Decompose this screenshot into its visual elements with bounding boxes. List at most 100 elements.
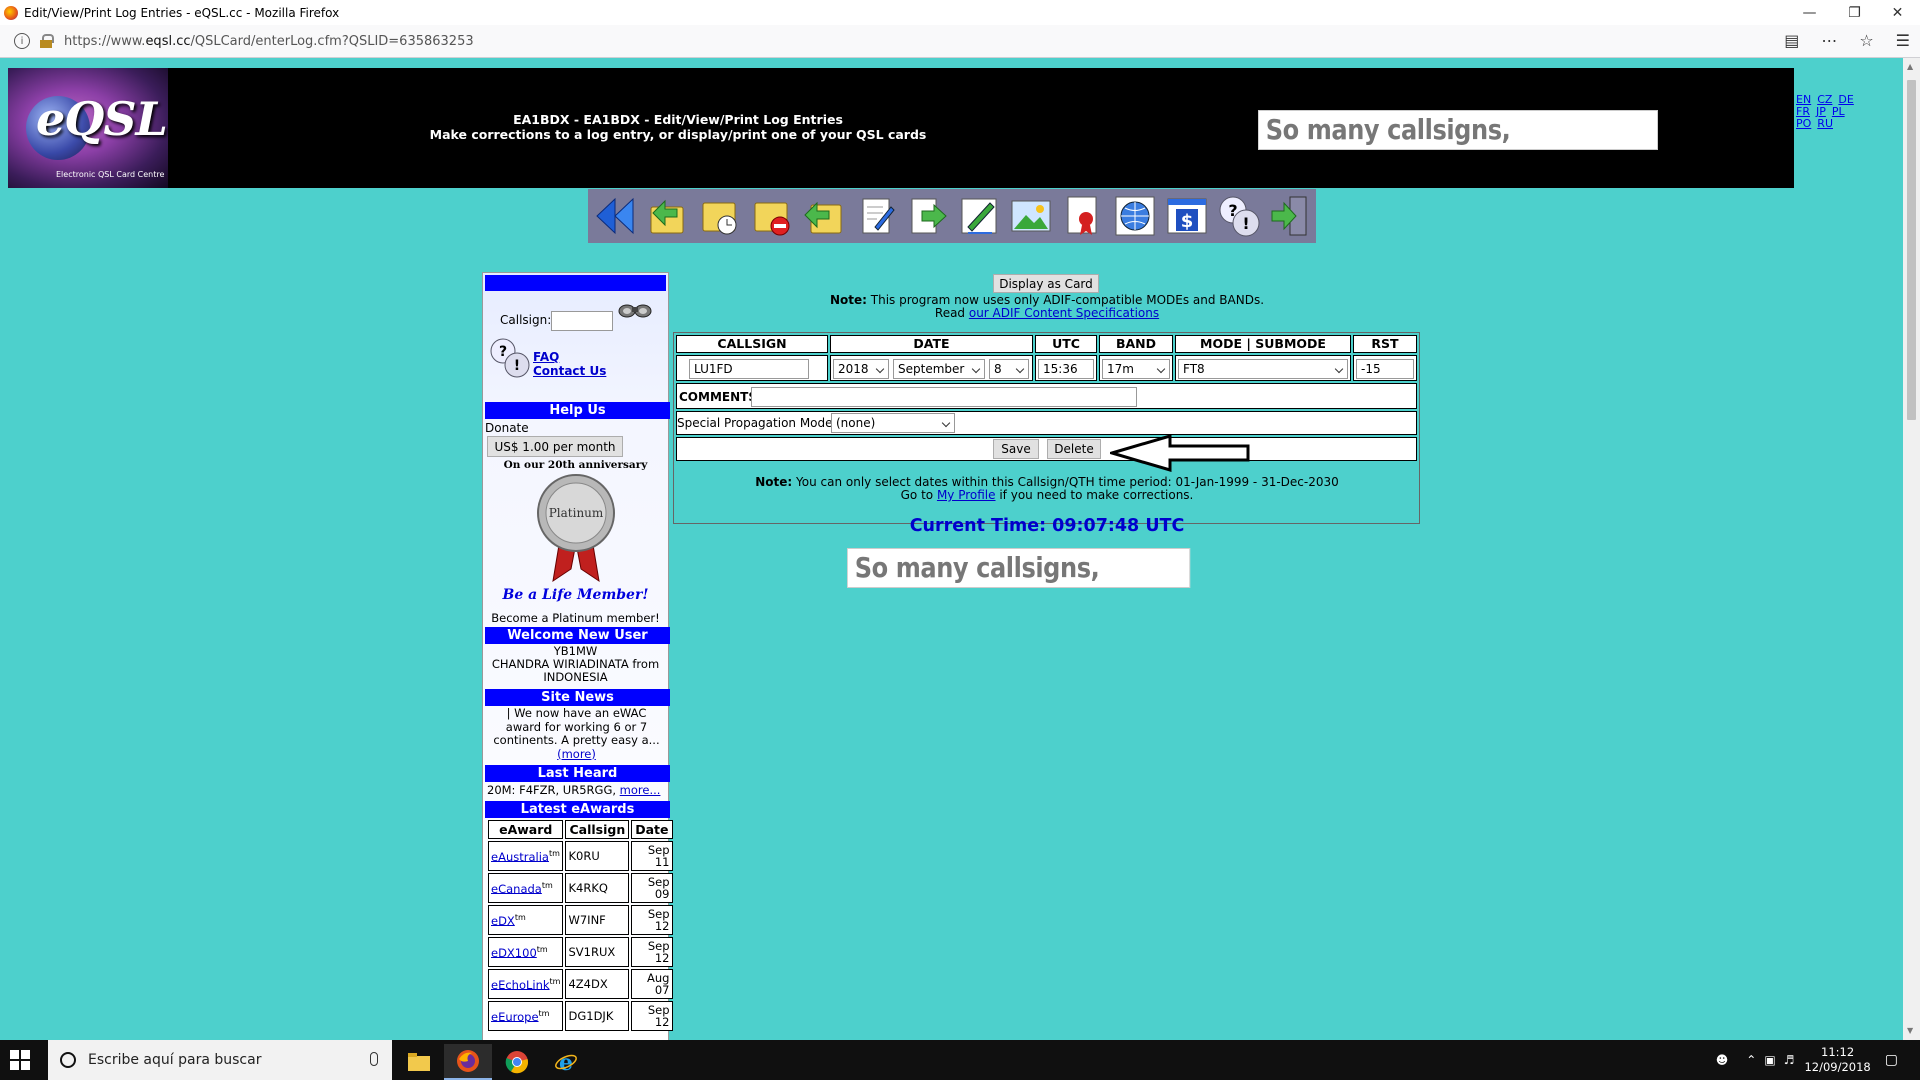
file-explorer-icon[interactable] xyxy=(395,1044,443,1080)
adif-note: Note: This program now uses only ADIF-co… xyxy=(674,294,1420,320)
ad-banner[interactable]: So many callsigns, xyxy=(1258,110,1658,150)
scroll-up-icon[interactable]: ▲ xyxy=(1907,62,1913,71)
lang-pl-link[interactable]: PL xyxy=(1832,105,1845,118)
award-link[interactable]: eEurope xyxy=(491,1009,539,1023)
callsign-search-input[interactable] xyxy=(551,311,613,331)
platinum-medal-icon[interactable]: Platinum xyxy=(531,473,621,585)
mode-select[interactable]: FT8 xyxy=(1178,359,1348,379)
internet-explorer-icon[interactable]: e xyxy=(542,1044,590,1080)
page-actions-icon[interactable]: ⋯ xyxy=(1821,31,1837,50)
comments-input[interactable] xyxy=(751,387,1137,407)
my-profile-link[interactable]: My Profile xyxy=(937,488,996,502)
vertical-scrollbar[interactable]: ▲ ▼ xyxy=(1903,58,1920,1040)
info-icon[interactable]: i xyxy=(14,33,30,49)
taskbar-search[interactable]: Escribe aquí para buscar xyxy=(48,1040,392,1080)
upload-folder-icon[interactable] xyxy=(643,191,693,241)
reader-view-icon[interactable]: ▤ xyxy=(1784,31,1799,50)
faq-link[interactable]: FAQ xyxy=(533,350,559,364)
close-button[interactable]: ✕ xyxy=(1875,0,1920,25)
binoculars-icon[interactable] xyxy=(618,301,652,319)
picture-icon[interactable] xyxy=(1006,191,1056,241)
site-news-heading: Site News xyxy=(485,689,670,706)
form-buttons-row: Save Delete xyxy=(676,437,1417,461)
edit-document-icon[interactable] xyxy=(851,191,901,241)
anniversary-text: On our 20th anniversary xyxy=(503,459,648,471)
export-icon[interactable] xyxy=(903,191,953,241)
delete-button[interactable]: Delete xyxy=(1047,439,1101,459)
svg-text:?: ? xyxy=(499,344,507,360)
band-select[interactable]: 17m xyxy=(1102,359,1170,379)
lang-ru-link[interactable]: RU xyxy=(1817,117,1833,130)
chrome-icon[interactable] xyxy=(493,1044,541,1080)
award-link[interactable]: eEchoLink xyxy=(491,977,550,991)
last-heard-more-link[interactable]: more... xyxy=(620,783,661,797)
award-link[interactable]: eCanada xyxy=(491,881,542,895)
minimize-button[interactable]: — xyxy=(1787,0,1832,25)
donate-button[interactable]: US$ 1.00 per month xyxy=(487,436,623,457)
network-icon[interactable]: ▣ xyxy=(1764,1053,1775,1067)
lang-po-link[interactable]: PO xyxy=(1796,117,1811,130)
utc-cell: 15:36 xyxy=(1035,355,1097,381)
callsign-cell: LU1FD xyxy=(676,355,828,381)
adif-spec-link[interactable]: our ADIF Content Specifications xyxy=(969,306,1159,320)
propagation-select[interactable]: (none) xyxy=(831,413,955,433)
folder-delete-icon[interactable] xyxy=(747,191,797,241)
ad-banner-bottom[interactable]: So many callsigns, xyxy=(847,548,1191,588)
day-select[interactable]: 8 xyxy=(989,359,1029,379)
microphone-icon[interactable] xyxy=(370,1052,378,1066)
dollar-icon[interactable]: $ xyxy=(1162,191,1212,241)
current-time: Current Time: 09:07:48 UTC xyxy=(909,516,1185,536)
scrollbar-thumb[interactable] xyxy=(1907,80,1916,420)
rst-input[interactable]: -15 xyxy=(1356,359,1414,379)
volume-icon[interactable]: ♬ xyxy=(1784,1053,1795,1067)
notifications-icon[interactable]: ▢ xyxy=(1885,1052,1898,1068)
url-text[interactable]: https://www.eqsl.cc/QSLCard/enterLog.cfm… xyxy=(64,34,474,49)
read-text: Read xyxy=(934,306,969,320)
award-callsign: K4RKQ xyxy=(565,873,630,903)
more-news-link[interactable]: (more) xyxy=(557,747,596,761)
menu-icon[interactable]: ☰ xyxy=(1896,31,1910,50)
award-ribbon-icon[interactable] xyxy=(1058,191,1108,241)
firefox-taskbar-icon[interactable] xyxy=(444,1044,492,1080)
contact-us-link[interactable]: Contact Us xyxy=(533,364,606,378)
lock-warning-icon[interactable] xyxy=(40,34,54,48)
platinum-member-text: Become a Platinum member! xyxy=(491,611,660,625)
eqsl-logo[interactable]: eQSL Electronic QSL Card Centre xyxy=(8,68,168,188)
scroll-down-icon[interactable]: ▼ xyxy=(1907,1026,1913,1035)
award-link[interactable]: eAustralia xyxy=(491,849,549,863)
column-header: Callsign xyxy=(565,820,630,839)
award-link[interactable]: eDX xyxy=(491,913,515,927)
chevron-up-icon[interactable]: ⌃ xyxy=(1746,1053,1756,1067)
goto-text: Go to xyxy=(900,488,937,502)
windows-start-icon[interactable] xyxy=(10,1050,30,1070)
pen-icon[interactable] xyxy=(954,191,1004,241)
address-bar[interactable]: i https://www.eqsl.cc/QSLCard/enterLog.c… xyxy=(0,25,1920,58)
header-line1: EA1BDX - EA1BDX - Edit/View/Print Log En… xyxy=(513,112,843,127)
callsign-input[interactable]: LU1FD xyxy=(689,359,809,379)
download-folder-icon[interactable] xyxy=(799,191,849,241)
system-tray: ☻ ⌃ ▣ ♬ 11:12 12/09/2018 ▢ xyxy=(1716,1040,1920,1080)
save-button[interactable]: Save xyxy=(993,439,1039,459)
header-utc: UTC xyxy=(1035,335,1097,353)
folder-clock-icon[interactable] xyxy=(695,191,745,241)
life-member-link[interactable]: Be a Life Member! xyxy=(483,587,668,603)
back-icon[interactable] xyxy=(591,191,641,241)
award-link[interactable]: eDX100 xyxy=(491,945,537,959)
year-select[interactable]: 2018 xyxy=(833,359,889,379)
display-as-card-button[interactable]: Display as Card xyxy=(993,274,1099,293)
utc-input[interactable]: 15:36 xyxy=(1038,359,1094,379)
globe-icon[interactable] xyxy=(1110,191,1160,241)
header-date: DATE xyxy=(830,335,1033,353)
people-icon[interactable]: ☻ xyxy=(1716,1053,1729,1067)
bookmark-star-icon[interactable]: ☆ xyxy=(1859,31,1873,50)
clock[interactable]: 11:12 12/09/2018 xyxy=(1804,1045,1870,1075)
rst-cell: -15 xyxy=(1353,355,1417,381)
exit-icon[interactable] xyxy=(1266,191,1316,241)
help-icon[interactable]: ?! xyxy=(1214,191,1264,241)
last-heard-heading: Last Heard xyxy=(485,765,670,782)
page-content: eQSL Electronic QSL Card Centre EA1BDX -… xyxy=(0,58,1903,1040)
month-select[interactable]: September xyxy=(893,359,985,379)
donate-label: Donate xyxy=(485,421,529,435)
restore-button[interactable]: ❐ xyxy=(1832,0,1877,25)
svg-text:!: ! xyxy=(1242,214,1249,233)
